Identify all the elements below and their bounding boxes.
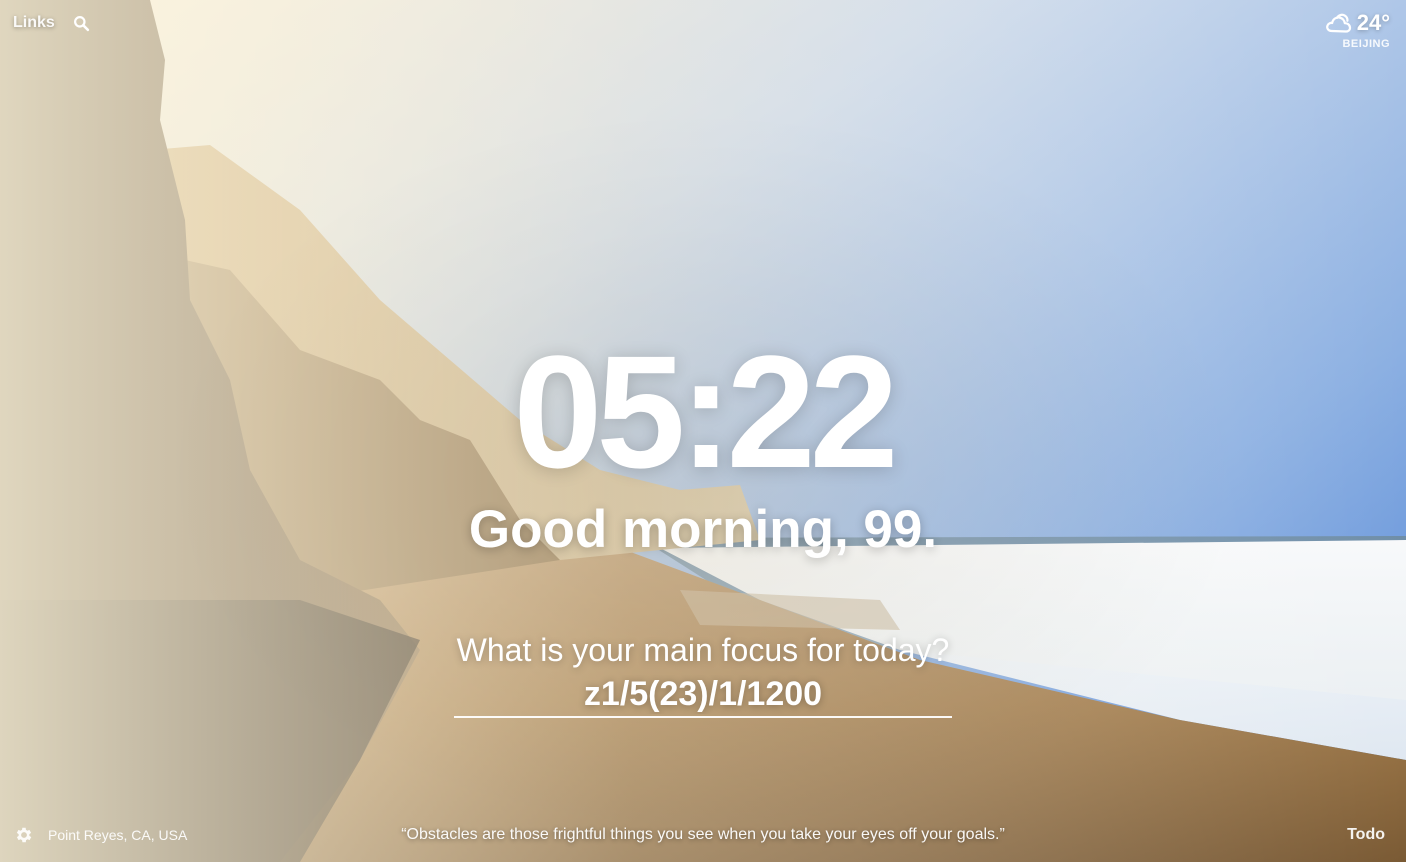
cloud-icon	[1325, 13, 1351, 33]
links-button[interactable]: Links	[13, 14, 55, 32]
center-block: 05:22 Good morning, 99.	[0, 322, 1406, 560]
weather-row: 24°	[1325, 10, 1390, 36]
todo-button[interactable]: Todo	[1347, 826, 1385, 844]
top-left-bar: Links	[13, 14, 90, 32]
weather-widget[interactable]: 24° BEIJING	[1325, 10, 1390, 50]
daily-quote[interactable]: “Obstacles are those frightful things yo…	[0, 826, 1406, 844]
weather-location: BEIJING	[1342, 38, 1390, 50]
focus-input[interactable]	[454, 672, 952, 718]
search-icon[interactable]	[73, 15, 90, 32]
momentum-new-tab: Links 24° BEIJING 05:22 Good morning, 99…	[0, 0, 1406, 862]
search-button[interactable]	[73, 15, 90, 32]
focus-question: What is your main focus for today?	[456, 632, 950, 668]
focus-block: What is your main focus for today?	[0, 630, 1406, 718]
clock-time: 05:22	[513, 322, 898, 501]
greeting: Good morning, 99.	[468, 500, 938, 559]
temperature: 24°	[1356, 10, 1390, 35]
